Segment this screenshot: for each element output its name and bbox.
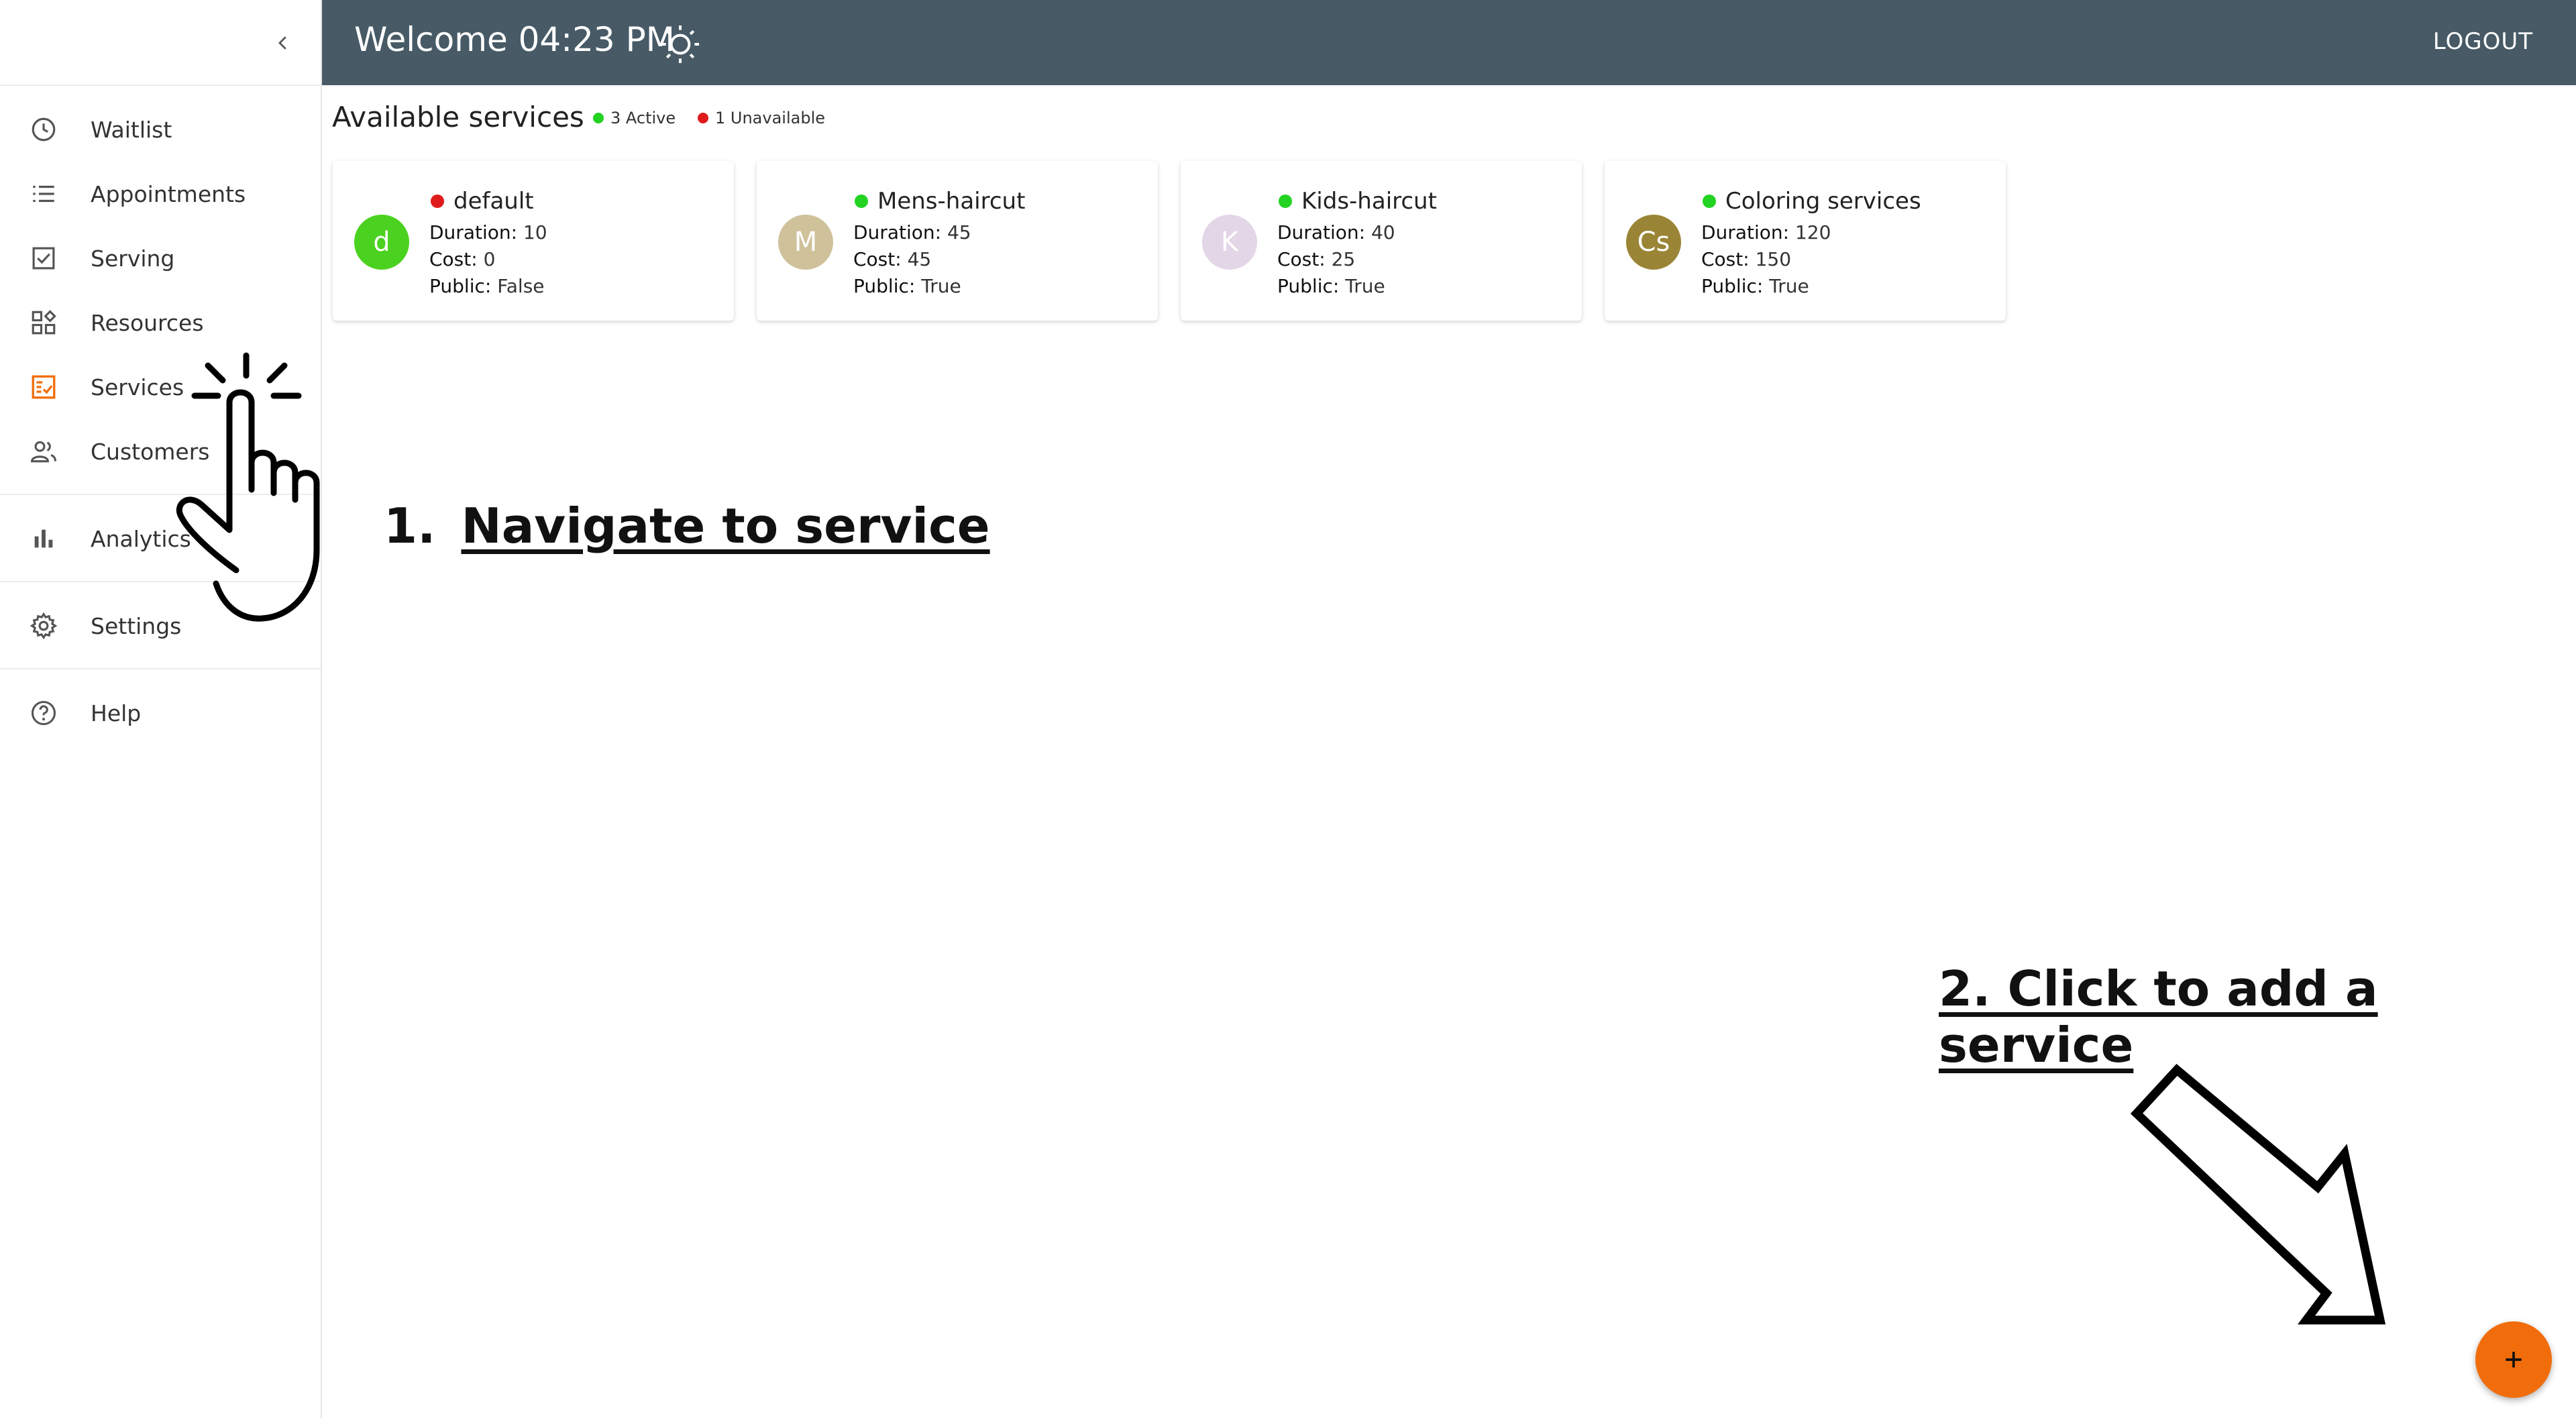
top-app-bar: Welcome 04:23 PM LOGOUT (322, 0, 2576, 85)
services-icon (27, 370, 60, 404)
public-row: Public: True (1277, 275, 1385, 297)
sidebar: Waitlist Appointments Serving Resources … (0, 0, 322, 1418)
active-dot (593, 113, 604, 123)
annotation-step-1-text: Navigate to service (461, 498, 990, 554)
cost-row: Cost: 0 (429, 248, 495, 270)
cost-row: Cost: 150 (1701, 248, 1791, 270)
collapse-sidebar-button[interactable] (268, 28, 298, 58)
duration-value: 10 (523, 221, 547, 243)
sidebar-item-waitlist[interactable]: Waitlist (0, 99, 321, 160)
sidebar-item-label: Appointments (91, 180, 246, 207)
legend-unavailable-label: 1 Unavailable (715, 109, 826, 127)
cost-row: Cost: 25 (1277, 248, 1355, 270)
duration-label: Duration: (853, 221, 942, 243)
unavailable-dot (698, 113, 708, 123)
duration-value: 45 (947, 221, 971, 243)
avatar: M (778, 215, 833, 270)
legend-unavailable: 1 Unavailable (698, 109, 825, 127)
chevron-left-icon (278, 36, 286, 50)
plus-icon (2506, 1352, 2522, 1368)
service-name: default (453, 188, 534, 215)
avatar: d (354, 215, 409, 270)
public-value: True (921, 275, 961, 297)
avatar: K (1202, 215, 1257, 270)
service-title: Mens-haircut (855, 188, 1025, 215)
cost-value: 25 (1331, 248, 1356, 270)
cost-row: Cost: 45 (853, 248, 931, 270)
cost-label: Cost: (1277, 248, 1326, 270)
sidebar-item-label: Waitlist (91, 116, 172, 143)
page-title: Available services (332, 101, 584, 133)
cost-label: Cost: (1701, 248, 1750, 270)
legend-active-label: 3 Active (610, 109, 676, 127)
gear-icon (27, 609, 60, 643)
logout-button[interactable]: LOGOUT (2433, 28, 2533, 55)
service-name: Mens-haircut (877, 188, 1026, 215)
pointing-hand-icon (176, 352, 320, 622)
service-name: Kids-haircut (1301, 188, 1437, 215)
public-label: Public: (429, 275, 492, 297)
public-value: True (1345, 275, 1385, 297)
duration-row: Duration: 120 (1701, 221, 1831, 243)
sidebar-item-label: Resources (91, 309, 204, 336)
legend-active: 3 Active (593, 109, 676, 127)
sidebar-item-label: Serving (91, 245, 175, 272)
duration-row: Duration: 40 (1277, 221, 1395, 243)
public-row: Public: False (429, 275, 545, 297)
avatar: Cs (1626, 215, 1681, 270)
duration-value: 40 (1371, 221, 1395, 243)
add-service-button[interactable] (2475, 1321, 2552, 1398)
annotation-step-1: 1. Navigate to service (384, 498, 990, 554)
checkbox-icon (27, 241, 60, 275)
service-title: Coloring services (1703, 188, 1921, 215)
public-value: False (497, 275, 545, 297)
service-card[interactable]: M Mens-haircut Duration: 45 Cost: 45 Pub… (757, 161, 1158, 321)
service-card[interactable]: d default Duration: 10 Cost: 0 Public: F… (333, 161, 734, 321)
service-title: Kids-haircut (1279, 188, 1437, 215)
public-label: Public: (1701, 275, 1764, 297)
annotation-step-1-number: 1. (384, 498, 436, 554)
sidebar-item-resources[interactable]: Resources (0, 292, 321, 353)
status-dot (1279, 195, 1292, 208)
cost-label: Cost: (853, 248, 902, 270)
cost-value: 45 (907, 248, 932, 270)
list-icon (27, 177, 60, 211)
sun-icon[interactable] (659, 23, 702, 66)
welcome-text: Welcome 04:23 PM (354, 20, 675, 59)
duration-value: 120 (1794, 221, 1831, 243)
public-row: Public: True (1701, 275, 1809, 297)
service-title: default (431, 188, 534, 215)
help-icon (27, 696, 60, 730)
sidebar-divider (0, 85, 321, 86)
sidebar-divider (0, 668, 321, 669)
status-dot (855, 195, 868, 208)
arrow-icon (2130, 1064, 2386, 1325)
public-row: Public: True (853, 275, 961, 297)
bar-chart-icon (27, 522, 60, 555)
duration-row: Duration: 10 (429, 221, 547, 243)
duration-row: Duration: 45 (853, 221, 971, 243)
people-icon (27, 435, 60, 468)
duration-label: Duration: (1701, 221, 1790, 243)
duration-label: Duration: (1277, 221, 1366, 243)
cost-value: 150 (1755, 248, 1792, 270)
status-dot (431, 195, 444, 208)
service-card[interactable]: Cs Coloring services Duration: 120 Cost:… (1605, 161, 2006, 321)
cost-value: 0 (483, 248, 496, 270)
widgets-icon (27, 306, 60, 339)
service-name: Coloring services (1725, 188, 1921, 215)
sidebar-item-serving[interactable]: Serving (0, 228, 321, 288)
public-label: Public: (853, 275, 916, 297)
public-value: True (1769, 275, 1809, 297)
sidebar-item-help[interactable]: Help (0, 683, 321, 743)
status-dot (1703, 195, 1716, 208)
duration-label: Duration: (429, 221, 518, 243)
sidebar-item-label: Help (91, 700, 142, 726)
clock-icon (27, 113, 60, 146)
cost-label: Cost: (429, 248, 478, 270)
sidebar-item-appointments[interactable]: Appointments (0, 164, 321, 224)
service-card[interactable]: K Kids-haircut Duration: 40 Cost: 25 Pub… (1181, 161, 1582, 321)
public-label: Public: (1277, 275, 1340, 297)
